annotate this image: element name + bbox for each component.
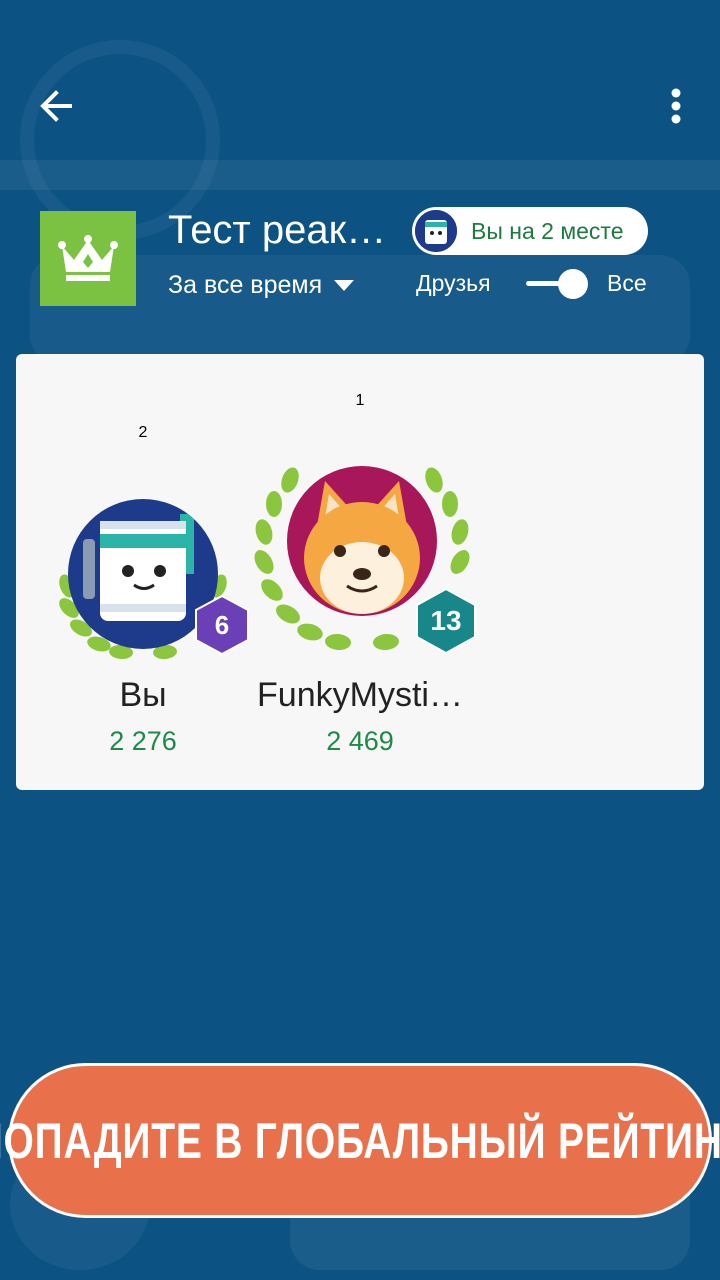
rank-status-text: Вы на 2 месте (471, 217, 624, 244)
toggle-thumb (558, 269, 588, 299)
friends-label: Друзья (416, 270, 491, 296)
crown-icon (58, 234, 118, 281)
join-global-rating-label: ПОПАДИТЕ В ГЛОБАЛЬНЫЙ РЕЙТИНГ (0, 1112, 720, 1169)
player-avatar (287, 466, 437, 616)
leaderboard-card: 2 6 Вы 2 276 1 13 FunkyMysti… 2 469 (16, 354, 704, 790)
leaderboard-entry-first[interactable]: 13 (254, 460, 476, 666)
level-value: 13 (430, 605, 462, 636)
more-vertical-icon (671, 88, 681, 124)
player-rank-label: 2 (138, 424, 148, 441)
all-label: Все (607, 270, 647, 296)
player-score: 2 276 (109, 726, 177, 756)
player-name: Вы (119, 676, 167, 714)
level-value: 6 (214, 609, 230, 640)
crown-badge (40, 211, 136, 306)
back-button[interactable] (30, 80, 82, 132)
caret-down-icon (334, 279, 355, 291)
leaderboard-entry-you[interactable]: 6 (53, 496, 249, 666)
period-dropdown[interactable]: За все время (168, 266, 355, 304)
background-band-decoration (0, 160, 720, 190)
user-avatar-small (413, 208, 459, 254)
player-rank-label: 1 (355, 392, 365, 409)
friends-all-toggle[interactable] (524, 268, 592, 300)
player-name: FunkyMysti… (257, 676, 463, 714)
period-dropdown-label: За все время (168, 270, 323, 299)
player-score: 2 469 (326, 726, 394, 756)
shiba-dog-icon (304, 481, 420, 614)
arrow-left-icon (40, 90, 72, 122)
overflow-menu-button[interactable] (650, 80, 702, 132)
level-badge: 13 (416, 588, 476, 654)
rank-status-pill[interactable]: Вы на 2 месте (412, 207, 648, 255)
level-badge: 6 (195, 595, 249, 655)
test-title: Тест реак… (168, 208, 387, 252)
join-global-rating-button[interactable]: ПОПАДИТЕ В ГЛОБАЛЬНЫЙ РЕЙТИНГ (0, 1063, 720, 1218)
robot-icon (415, 210, 457, 252)
